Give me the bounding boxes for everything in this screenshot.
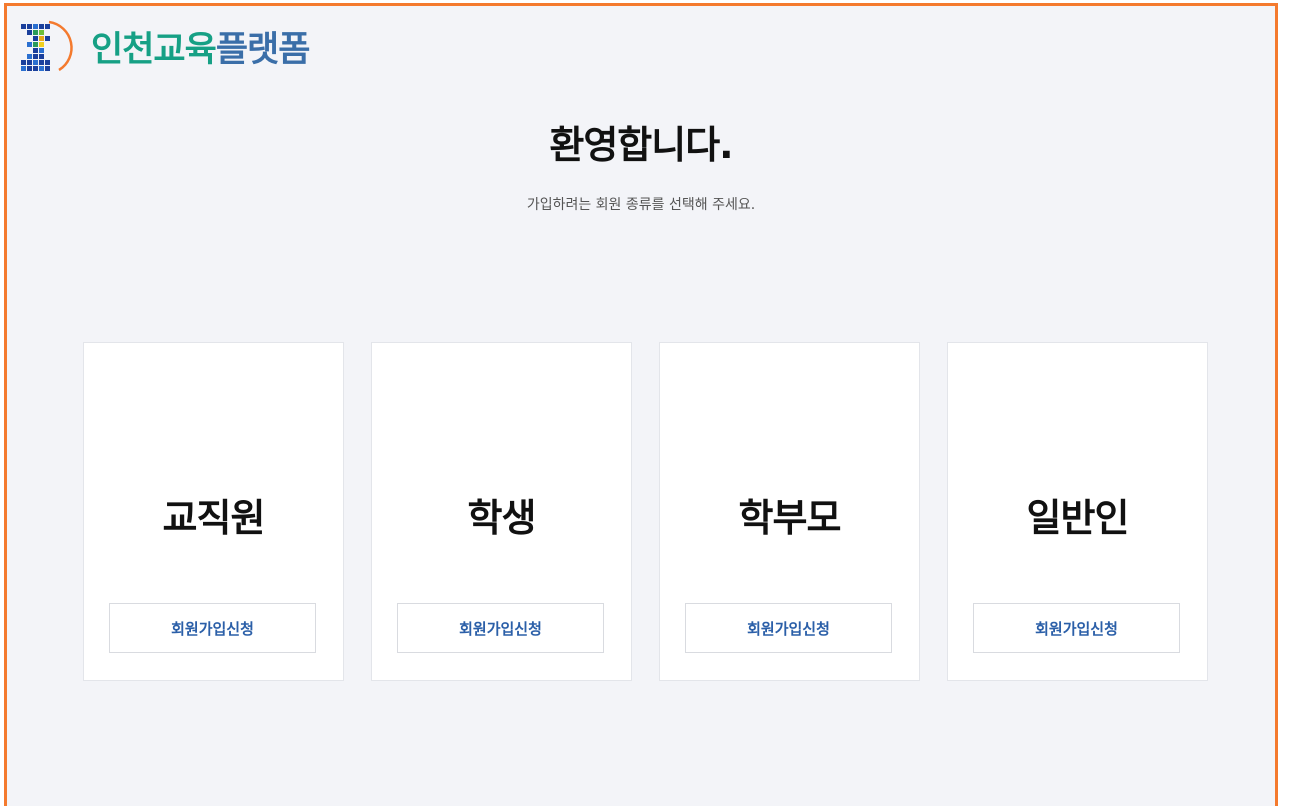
incheon-education-logo-icon [21, 20, 73, 72]
card-label: 학생 [467, 496, 537, 540]
member-card-parent: 학부모 회원가입신청 [659, 342, 920, 681]
signup-button-student[interactable]: 회원가입신청 [397, 603, 604, 653]
brand-name-part1: 인천교육 [91, 29, 217, 70]
card-label: 학부모 [738, 496, 842, 540]
signup-button-parent[interactable]: 회원가입신청 [685, 603, 892, 653]
page-title: 환영합니다. [549, 123, 733, 167]
signup-button-staff[interactable]: 회원가입신청 [109, 603, 316, 653]
member-type-cards: 교직원 회원가입신청 학생 회원가입신청 학부모 회원가입신청 일반인 회원가입… [83, 342, 1208, 681]
brand-logo[interactable]: 인천교육플랫폼 [19, 18, 311, 80]
member-card-staff: 교직원 회원가입신청 [83, 342, 344, 681]
page-frame: 인천교육플랫폼 환영합니다. 가입하려는 회원 종류를 선택해 주세요. 교직원… [4, 3, 1278, 806]
member-card-student: 학생 회원가입신청 [371, 342, 632, 681]
page-subtitle: 가입하려는 회원 종류를 선택해 주세요. [526, 197, 756, 213]
card-label: 일반인 [1026, 496, 1130, 540]
card-label: 교직원 [162, 496, 266, 540]
signup-button-general[interactable]: 회원가입신청 [973, 603, 1180, 653]
brand-name-part2: 플랫폼 [215, 29, 311, 70]
member-card-general: 일반인 회원가입신청 [947, 342, 1208, 681]
brand-name: 인천교육플랫폼 [91, 29, 311, 70]
